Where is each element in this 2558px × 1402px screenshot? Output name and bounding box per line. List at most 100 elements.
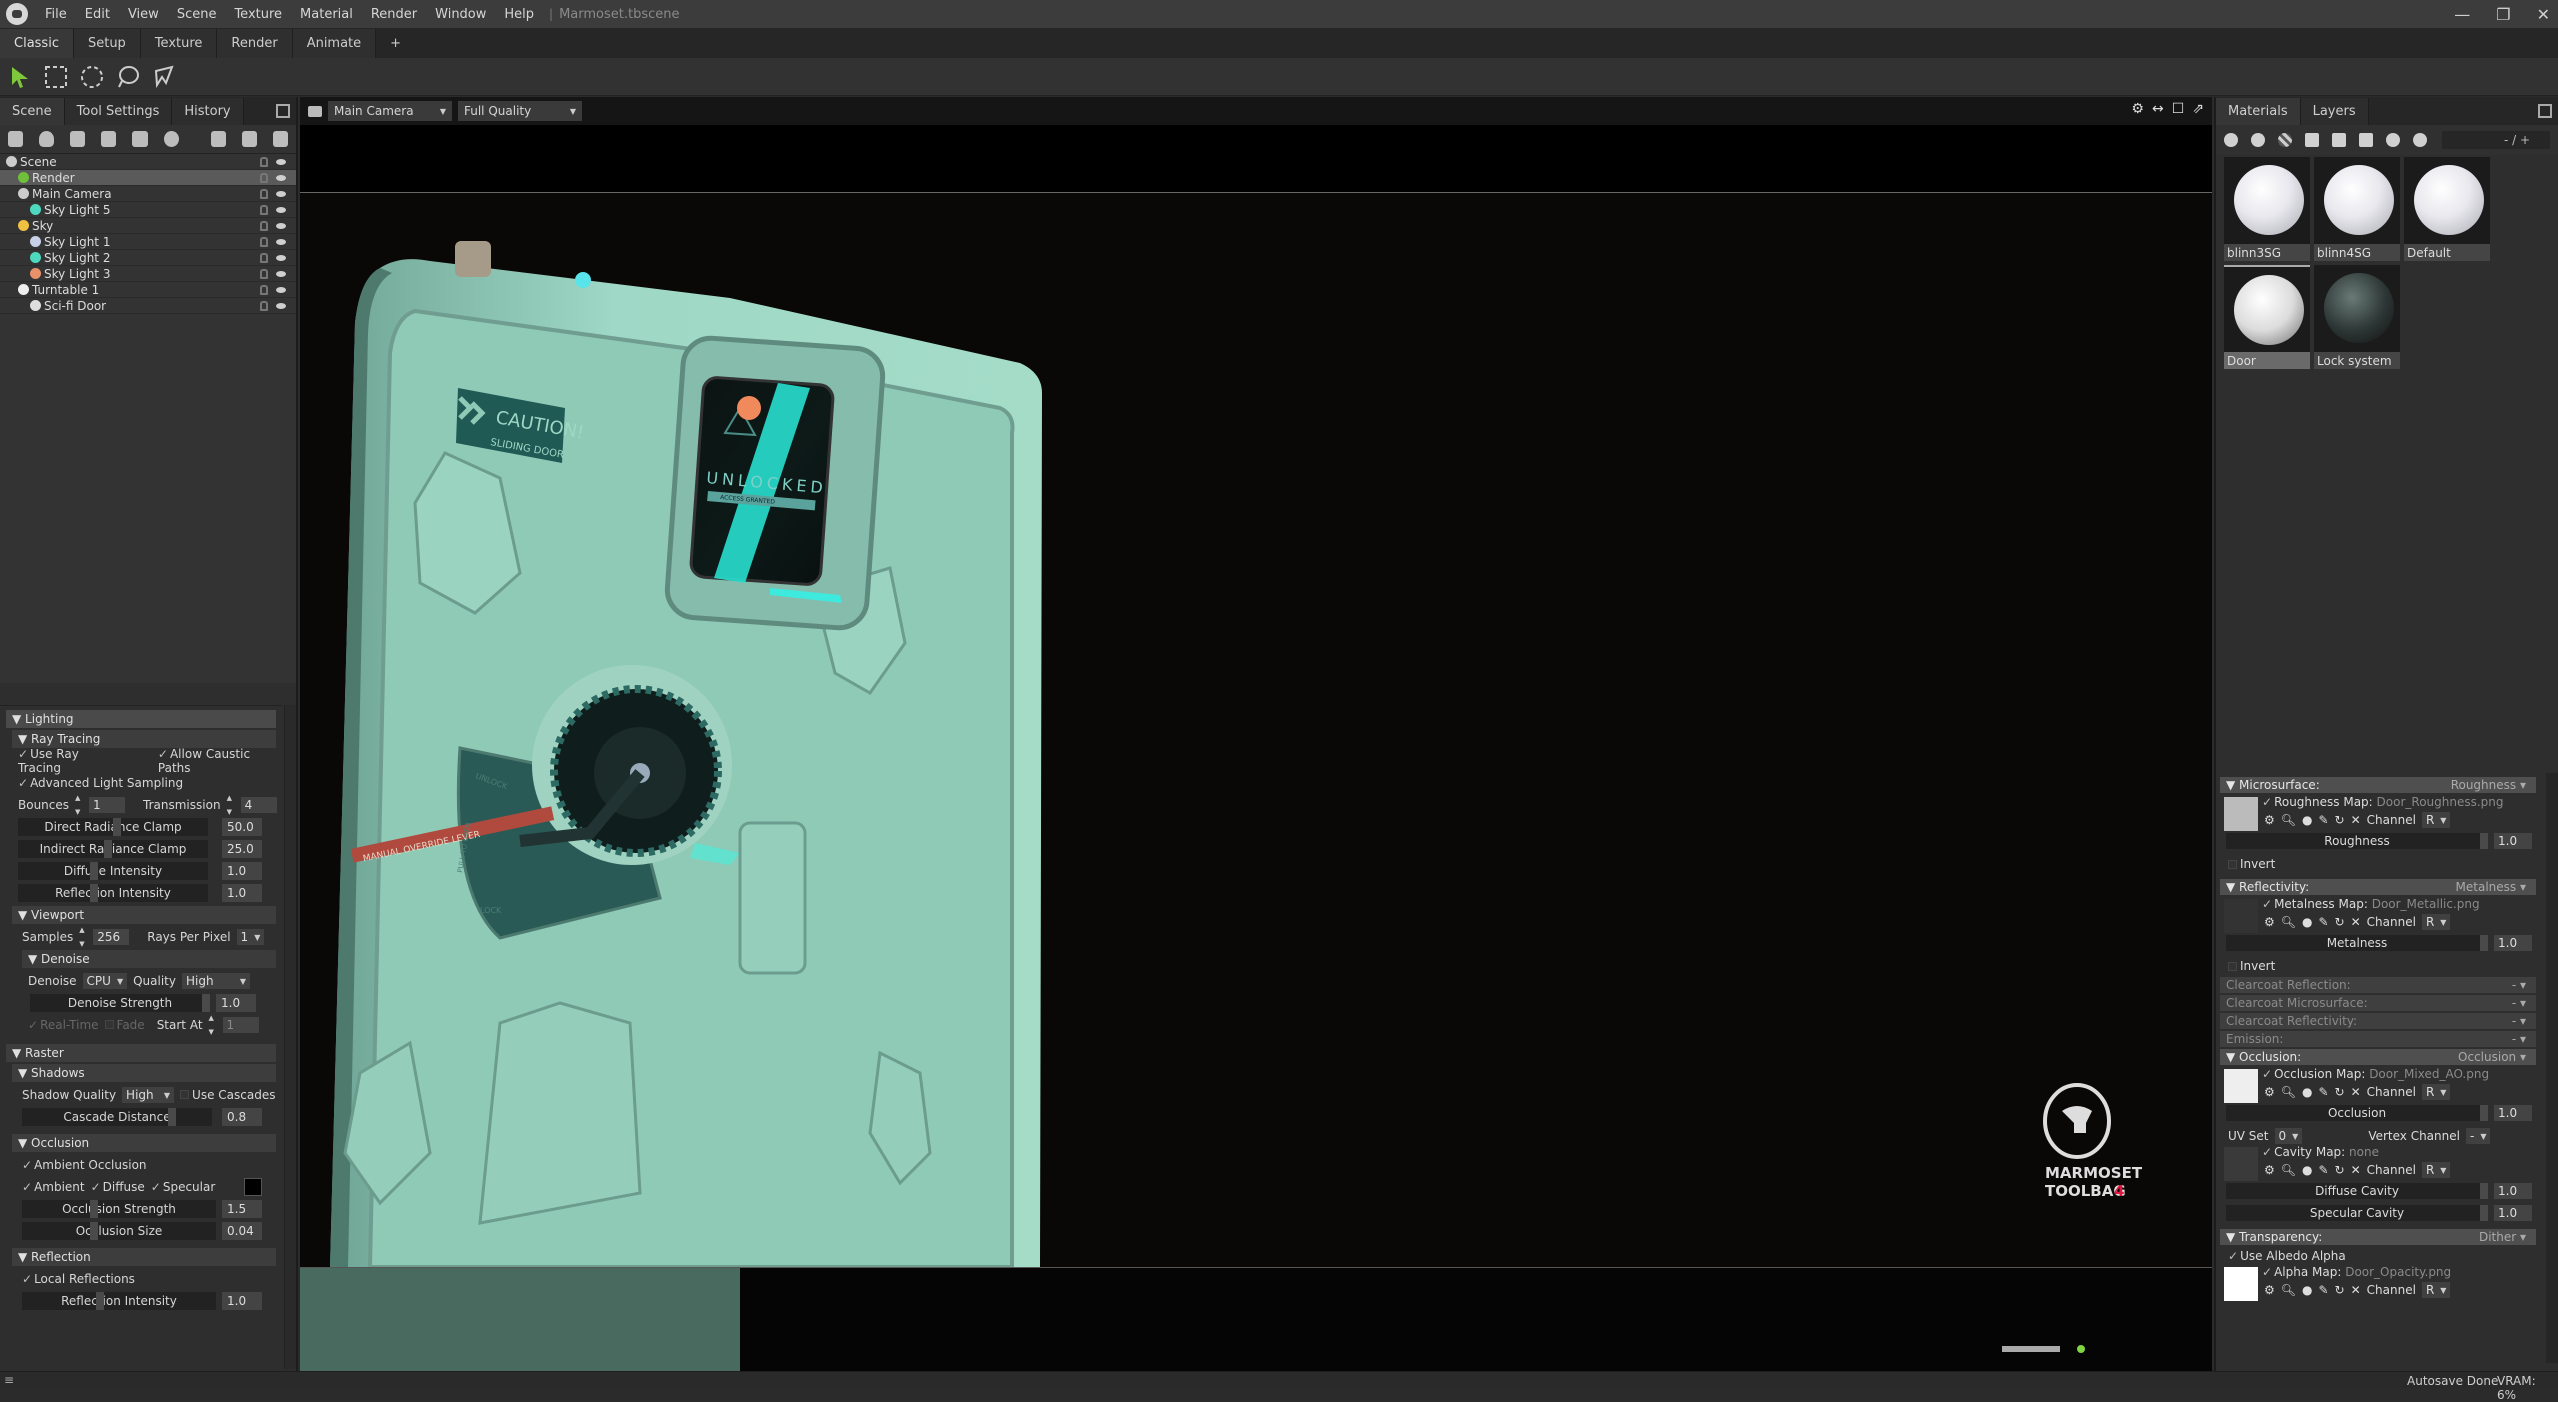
- vertex-channel-dropdown[interactable]: -: [2465, 1128, 2491, 1144]
- popout-icon[interactable]: [2538, 104, 2552, 118]
- specular-cavity-slider[interactable]: Specular Cavity: [2226, 1205, 2488, 1221]
- thumbnail-size-slider[interactable]: - / +: [2442, 131, 2550, 149]
- reload-icon[interactable]: ↻: [2335, 813, 2345, 827]
- material-thumbnail[interactable]: Default: [2404, 157, 2490, 261]
- slider-knob[interactable]: [113, 818, 121, 836]
- metalness-map-checkbox[interactable]: Metalness Map:: [2262, 897, 2368, 911]
- lock-icon[interactable]: [260, 300, 268, 311]
- material-map-icon[interactable]: [2278, 133, 2292, 147]
- roughness-slider[interactable]: Roughness: [2226, 833, 2488, 849]
- use-cascades-checkbox[interactable]: Use Cascades: [180, 1088, 275, 1102]
- samples-input[interactable]: 256: [93, 929, 130, 945]
- advanced-light-sampling-checkbox[interactable]: Advanced Light Sampling: [18, 776, 183, 790]
- denoise-strength-input[interactable]: 1.0: [216, 994, 256, 1012]
- tab-history[interactable]: History: [172, 98, 244, 125]
- properties-scrollbar[interactable]: [284, 705, 296, 1369]
- slider-knob[interactable]: [202, 994, 210, 1012]
- reload-icon[interactable]: ↻: [2335, 1085, 2345, 1099]
- edit-icon[interactable]: ✎: [2318, 1163, 2328, 1177]
- channel-dropdown[interactable]: R: [2421, 1084, 2451, 1100]
- denoise-dropdown[interactable]: CPU: [82, 973, 128, 989]
- section-mode-dropdown[interactable]: - ▾: [2512, 996, 2526, 1010]
- folder-icon[interactable]: [210, 131, 226, 147]
- start-at-spinner-icon[interactable]: [209, 1014, 217, 1036]
- cascade-distance-input[interactable]: 0.8: [222, 1108, 262, 1126]
- metalness-thumbnail[interactable]: [2224, 899, 2258, 933]
- occlusion-size-input[interactable]: 0.04: [222, 1222, 262, 1240]
- settings-icon[interactable]: ⚙: [2264, 1163, 2275, 1177]
- tab-setup[interactable]: Setup: [73, 29, 141, 58]
- specular-cavity-input[interactable]: 1.0: [2494, 1205, 2532, 1221]
- sphere-icon[interactable]: ●: [2302, 1085, 2312, 1099]
- material-thumbnail[interactable]: blinn3SG: [2224, 157, 2310, 261]
- tree-item[interactable]: Render: [0, 170, 296, 186]
- alpha-map-checkbox[interactable]: Alpha Map:: [2262, 1265, 2341, 1279]
- occlusion-color-swatch[interactable]: [244, 1178, 262, 1196]
- menu-render[interactable]: Render: [362, 7, 426, 22]
- specular-checkbox[interactable]: Specular: [151, 1180, 215, 1194]
- ambient-checkbox[interactable]: Ambient: [22, 1180, 85, 1194]
- visibility-eye-icon[interactable]: [276, 286, 286, 293]
- section-lighting[interactable]: ▼ Lighting: [6, 710, 276, 728]
- channel-dropdown[interactable]: R: [2421, 812, 2451, 828]
- occlusion-mode-dropdown[interactable]: Occlusion ▾: [2458, 1050, 2526, 1064]
- transmission-input[interactable]: 4: [240, 797, 277, 813]
- ray-tracing-slider[interactable]: Diffuse Intensity: [18, 862, 208, 880]
- local-reflections-checkbox[interactable]: Local Reflections: [22, 1272, 135, 1286]
- visibility-eye-icon[interactable]: [276, 254, 286, 261]
- section-raster[interactable]: ▼ Raster: [6, 1044, 276, 1062]
- quality-dropdown[interactable]: High: [182, 973, 250, 989]
- alpha-thumbnail[interactable]: [2224, 1267, 2258, 1301]
- section-occlusion[interactable]: ▼ Occlusion: [12, 1134, 276, 1152]
- add-mesh-icon[interactable]: [8, 131, 24, 147]
- reflectivity-mode-dropdown[interactable]: Metalness ▾: [2456, 880, 2526, 894]
- slider-knob[interactable]: [104, 840, 112, 858]
- uv-set-dropdown[interactable]: 0: [2274, 1128, 2303, 1144]
- clear-icon[interactable]: ✕: [2351, 915, 2361, 929]
- reload-icon[interactable]: ↻: [2335, 1283, 2345, 1297]
- section-ray-tracing[interactable]: ▼ Ray Tracing: [12, 730, 276, 748]
- tab-tool-settings[interactable]: Tool Settings: [64, 98, 173, 125]
- metalness-input[interactable]: 1.0: [2494, 935, 2532, 951]
- trash-icon[interactable]: [2332, 133, 2346, 147]
- rect-select-icon[interactable]: [42, 63, 70, 91]
- section-mode-dropdown[interactable]: - ▾: [2512, 1032, 2526, 1046]
- roughness-input[interactable]: 1.0: [2494, 833, 2532, 849]
- transmission-spinner-icon[interactable]: [227, 794, 235, 816]
- assign-icon[interactable]: [2359, 133, 2373, 147]
- close-icon[interactable]: ✕: [2537, 5, 2550, 24]
- lock-icon[interactable]: [260, 284, 268, 295]
- tree-item[interactable]: Sky Light 1: [0, 234, 296, 250]
- tab-classic[interactable]: Classic: [0, 29, 74, 58]
- visibility-eye-icon[interactable]: [276, 222, 286, 229]
- sphere-icon[interactable]: ●: [2302, 915, 2312, 929]
- material-thumbnail[interactable]: blinn4SG: [2314, 157, 2400, 261]
- tree-item[interactable]: Sky: [0, 218, 296, 234]
- tree-item[interactable]: Main Camera: [0, 186, 296, 202]
- add-light-icon[interactable]: [39, 131, 55, 147]
- select-arrow-icon[interactable]: [6, 63, 34, 91]
- collapsed-section[interactable]: Clearcoat Microsurface: - ▾: [2220, 995, 2536, 1011]
- viewport[interactable]: Main Camera Full Quality ⚙ ↔ ☐ ⇗: [300, 97, 2212, 1372]
- reload-icon[interactable]: ↻: [2335, 1163, 2345, 1177]
- settings-icon[interactable]: ⚙: [2264, 915, 2275, 929]
- cavity-thumbnail[interactable]: [2224, 1147, 2258, 1181]
- cavity-map-file[interactable]: none: [2349, 1145, 2379, 1159]
- tree-item[interactable]: Turntable 1: [0, 282, 296, 298]
- popout-icon[interactable]: [276, 104, 290, 118]
- ray-tracing-slider[interactable]: Direct Radiance Clamp: [18, 818, 208, 836]
- roughness-invert-checkbox[interactable]: Invert: [2216, 855, 2546, 873]
- camera-dropdown[interactable]: Main Camera: [328, 101, 452, 121]
- section-mode-dropdown[interactable]: - ▾: [2512, 978, 2526, 992]
- edit-icon[interactable]: ✎: [2318, 1283, 2328, 1297]
- edit-icon[interactable]: ✎: [2318, 813, 2328, 827]
- tree-item[interactable]: Sky Light 3: [0, 266, 296, 282]
- settings-icon[interactable]: ⚙: [2264, 1085, 2275, 1099]
- section-denoise[interactable]: ▼ Denoise: [22, 950, 276, 968]
- denoise-strength-slider[interactable]: Denoise Strength: [30, 994, 210, 1012]
- polygon-select-icon[interactable]: [150, 63, 178, 91]
- lock-icon[interactable]: [260, 220, 268, 231]
- add-shadow-catcher-icon[interactable]: [132, 131, 148, 147]
- channel-dropdown[interactable]: R: [2421, 1282, 2451, 1298]
- menu-view[interactable]: View: [119, 7, 168, 22]
